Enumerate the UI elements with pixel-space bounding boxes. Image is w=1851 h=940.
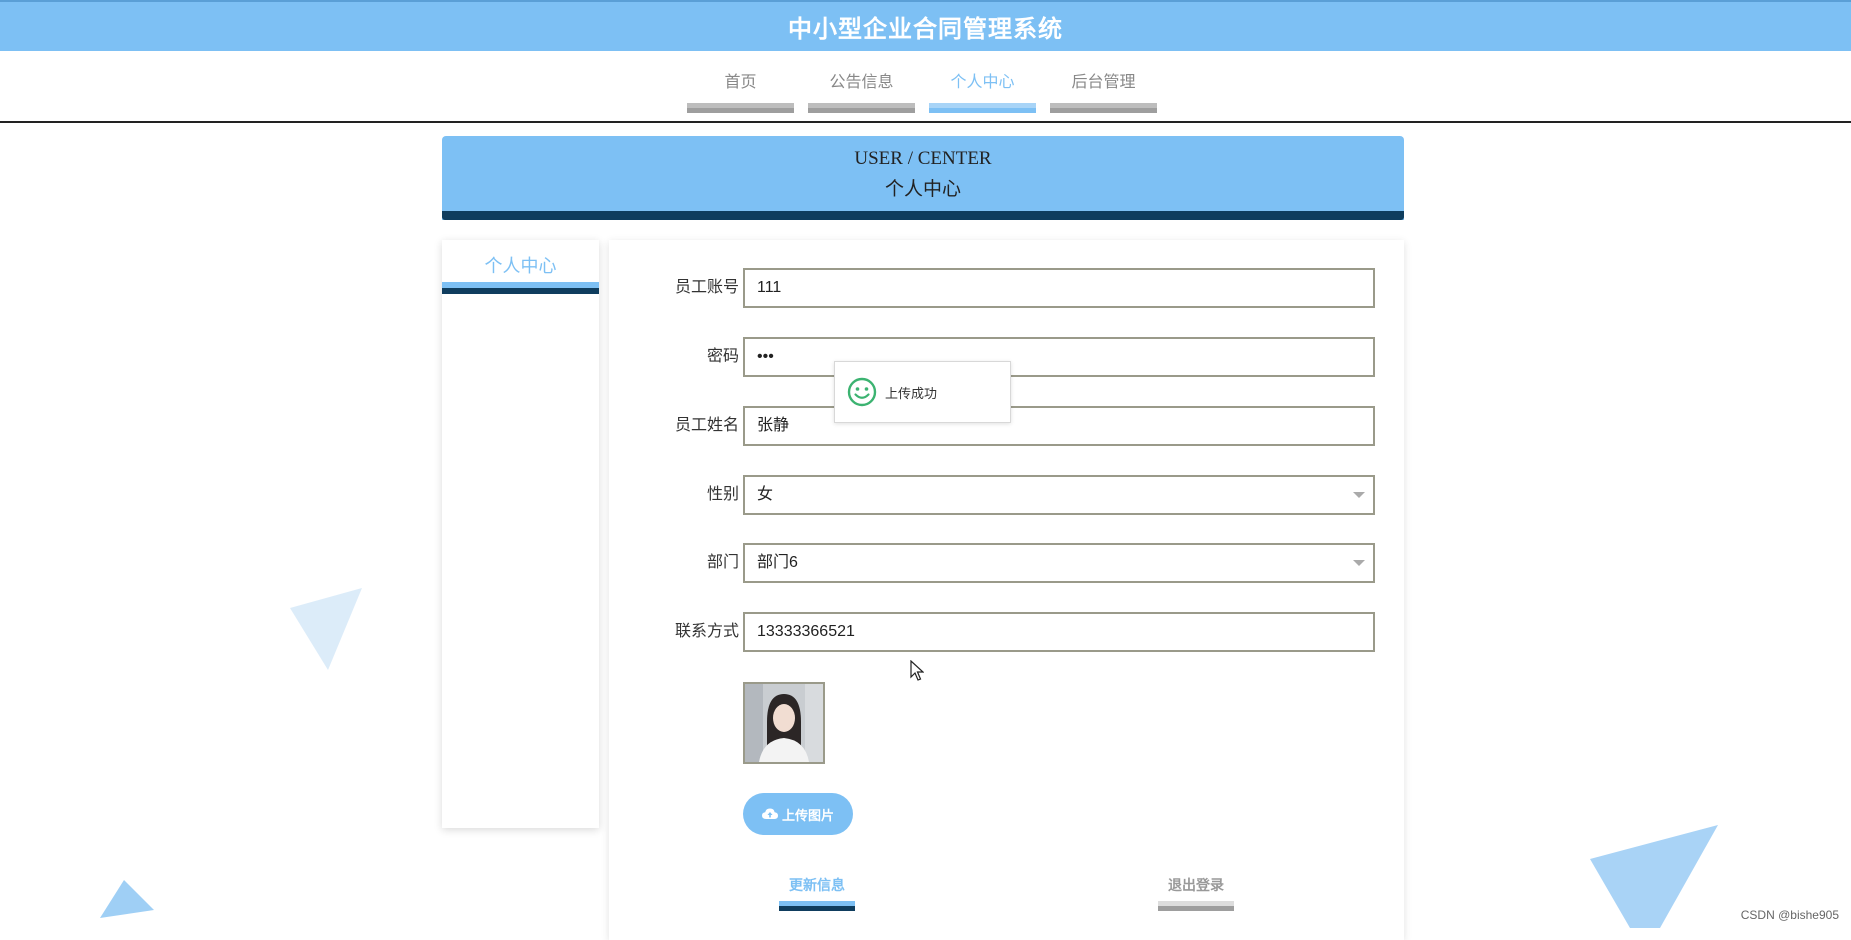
- chevron-down-icon: [1353, 560, 1365, 566]
- nav-item-notices[interactable]: 公告信息: [808, 73, 915, 113]
- gender-select-value: 女: [757, 486, 774, 503]
- department-select-value: 部门6: [757, 554, 798, 571]
- avatar-photo: [743, 682, 825, 764]
- mouse-cursor-icon: [910, 660, 924, 681]
- banner-title-en: USER / CENTER: [854, 148, 992, 169]
- nav-item-underline: [808, 103, 915, 113]
- smiley-icon: [847, 377, 877, 407]
- sidebar-item-personal-center[interactable]: 个人中心: [442, 252, 599, 278]
- decor-triangle-left: [290, 588, 362, 670]
- nav-item-label: 首页: [724, 74, 757, 91]
- upload-success-toast: 上传成功: [834, 361, 1011, 423]
- sidebar: 个人中心: [442, 240, 599, 828]
- decor-triangle-bottom-left: [100, 880, 154, 918]
- profile-form-panel: 员工账号 111 密码 ••• 员工姓名 张静 性别 女 部门 部门6 联系方式…: [609, 240, 1404, 940]
- top-header-bar: 中小型企业合同管理系统: [0, 0, 1851, 51]
- cloud-upload-icon: [761, 808, 778, 819]
- nav-item-underline: [929, 103, 1036, 113]
- chevron-down-icon: [1353, 492, 1365, 498]
- account-input[interactable]: 111: [743, 268, 1375, 308]
- phone-label: 联系方式: [674, 623, 739, 640]
- watermark: CSDN @bishe905: [1740, 908, 1839, 922]
- nav-item-home[interactable]: 首页: [687, 73, 794, 113]
- form-row-account: 员工账号 111: [609, 268, 1404, 308]
- banner-title-cn: 个人中心: [884, 179, 961, 200]
- avatar-image: [745, 684, 823, 762]
- nav-item-label: 个人中心: [950, 74, 1015, 91]
- toast-message: 上传成功: [885, 385, 938, 401]
- section-banner: USER / CENTER 个人中心: [442, 136, 1404, 220]
- decor-triangle-bottom-right: [1590, 825, 1718, 928]
- update-info-underline: [779, 901, 855, 911]
- nav-item-admin[interactable]: 后台管理: [1050, 73, 1157, 113]
- department-label: 部门: [706, 554, 739, 571]
- nav-item-underline: [687, 103, 794, 113]
- gender-label: 性别: [706, 486, 739, 503]
- form-row-gender: 性别 女: [609, 475, 1404, 515]
- nav-item-label: 后台管理: [1071, 74, 1136, 91]
- banner-strip: [442, 211, 1404, 220]
- account-label: 员工账号: [674, 279, 739, 296]
- sidebar-active-bar-dark: [442, 288, 599, 294]
- form-row-department: 部门 部门6: [609, 543, 1404, 583]
- name-label: 员工姓名: [674, 417, 739, 434]
- phone-input[interactable]: 13333366521: [743, 612, 1375, 652]
- password-label: 密码: [706, 348, 739, 365]
- main-nav: 首页 公告信息 个人中心 后台管理: [0, 51, 1851, 123]
- nav-item-personal-center[interactable]: 个人中心: [929, 73, 1036, 113]
- gender-select[interactable]: 女: [743, 475, 1375, 515]
- form-row-phone: 联系方式 13333366521: [609, 612, 1404, 652]
- nav-item-underline: [1050, 103, 1157, 113]
- app-title: 中小型企业合同管理系统: [788, 16, 1063, 43]
- nav-item-label: 公告信息: [829, 74, 894, 91]
- upload-image-label: 上传图片: [781, 807, 834, 823]
- logout-underline: [1158, 901, 1234, 911]
- upload-image-button[interactable]: 上传图片: [743, 793, 853, 835]
- update-info-label: 更新信息: [789, 877, 845, 893]
- update-info-button[interactable]: 更新信息: [779, 876, 855, 911]
- department-select[interactable]: 部门6: [743, 543, 1375, 583]
- logout-button[interactable]: 退出登录: [1158, 876, 1234, 911]
- logout-label: 退出登录: [1168, 877, 1224, 893]
